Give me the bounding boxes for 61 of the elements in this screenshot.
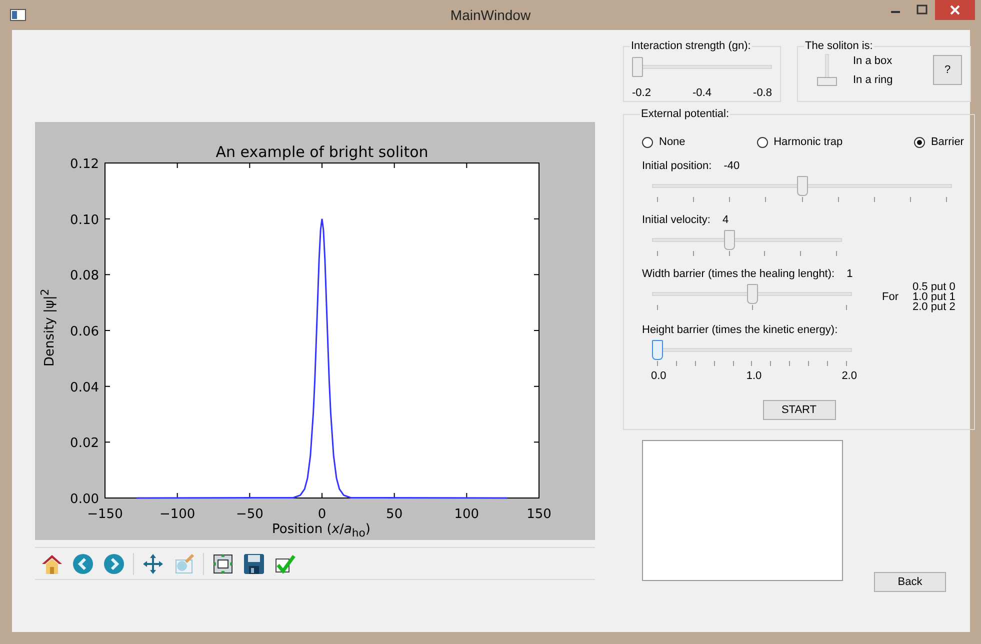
slider-label: Width barrier (times the healing lenght): <box>642 268 835 280</box>
tick-label: 50 <box>386 507 403 522</box>
slider-label: Initial position: <box>642 160 712 172</box>
window-icon <box>10 9 26 21</box>
slider-value: 1 <box>846 268 853 280</box>
tick-label: 0.04 <box>70 380 99 396</box>
tick-label: 0.08 <box>70 268 99 284</box>
slider-track[interactable] <box>652 284 852 304</box>
radio-button[interactable]: Harmonic trap <box>756 136 843 148</box>
slider-track[interactable] <box>652 230 842 250</box>
slider-handle[interactable] <box>746 284 758 304</box>
chart-title: An example of bright soliton <box>216 143 428 161</box>
group-title: The soliton is: <box>804 40 874 52</box>
tick-label: 0.10 <box>70 212 99 228</box>
tick-label: −50 <box>236 507 264 522</box>
slider-value: -40 <box>724 160 740 172</box>
slider-handle[interactable] <box>652 340 663 360</box>
slider-track[interactable] <box>652 340 852 360</box>
slider-track[interactable] <box>652 176 952 196</box>
move-icon[interactable] <box>141 552 165 576</box>
option-label: In a box <box>853 54 893 66</box>
note-text: 0.5 put 0 <box>912 282 956 292</box>
radio-button[interactable]: None <box>642 136 686 148</box>
slider-value: 4 <box>722 214 729 226</box>
slider-handle[interactable] <box>817 77 837 86</box>
slider-label: Initial velocity: <box>642 214 710 226</box>
tick-label: 150 <box>526 507 552 522</box>
window-title: MainWindow <box>450 7 531 23</box>
group-title: Interaction strength (gn): <box>630 40 752 52</box>
note-label: For <box>882 291 898 303</box>
tick-label: 0.12 <box>70 157 99 172</box>
tick-label: 1.0 <box>746 370 762 382</box>
tick-label: 2.0 <box>842 370 857 382</box>
tick-label: -0.2 <box>632 87 651 99</box>
note-text: 1.0 put 1 <box>912 292 956 302</box>
tick-label: 100 <box>454 507 480 522</box>
subplots-icon[interactable] <box>211 552 235 576</box>
help-button[interactable]: ? <box>933 55 962 85</box>
tick-label: −100 <box>159 507 196 522</box>
slider-handle[interactable] <box>632 57 643 77</box>
tick-label: −150 <box>87 507 123 522</box>
slider-handle[interactable] <box>796 176 808 196</box>
slider-label: Height barrier (times the kinetic energy): <box>642 324 838 336</box>
tick-label: -0.8 <box>753 87 772 99</box>
tick-label: 0 <box>318 507 326 522</box>
tick-label: -0.4 <box>692 87 712 99</box>
group-title: External potential: <box>640 108 730 120</box>
back-button[interactable]: Back <box>874 572 946 592</box>
radio-button[interactable]: Barrier <box>914 136 964 148</box>
tick-label: 0.0 <box>651 370 666 382</box>
tick-label: 0.02 <box>70 436 99 452</box>
slider-track[interactable] <box>632 57 772 77</box>
note-text: 2.0 put 2 <box>912 302 956 312</box>
tick-label: 0.06 <box>70 324 99 340</box>
slider-track[interactable] <box>817 54 837 86</box>
tick-label: 0.00 <box>70 492 99 507</box>
option-label: In a ring <box>853 74 893 86</box>
close-icon[interactable] <box>935 0 975 20</box>
x-axis-label: Position (x/a$_{ho}$) <box>272 522 370 540</box>
slider-handle[interactable] <box>724 230 735 250</box>
start-button[interactable]: START <box>762 400 836 420</box>
